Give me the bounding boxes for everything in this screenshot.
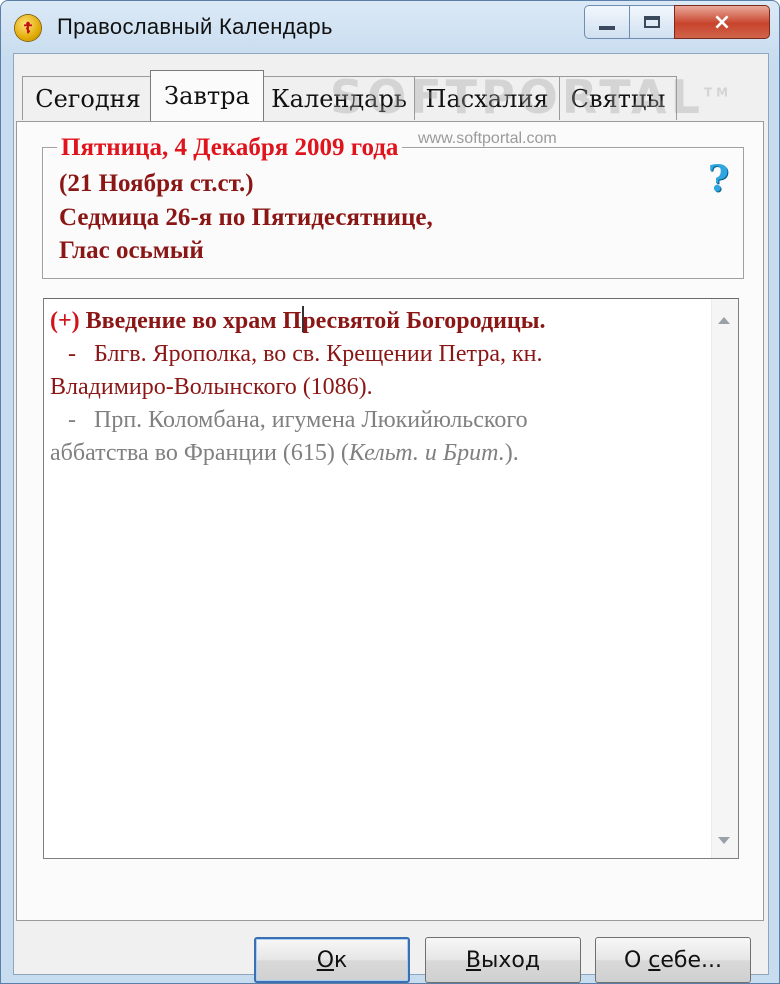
tab-saints[interactable]: Святцы <box>559 76 677 120</box>
saint-entry-1-line-1: - Блгв. Ярополка, во св. Крещении Петра,… <box>50 341 543 367</box>
tab-calendar[interactable]: Календарь <box>263 76 415 120</box>
about-button-accel: с <box>648 947 661 973</box>
scroll-up-icon[interactable] <box>718 317 730 324</box>
about-button-label-b: ебе... <box>660 947 723 973</box>
maximize-icon <box>644 16 660 28</box>
ok-button-accel: О <box>316 947 335 973</box>
saint-entry-2-line-1: - Прп. Коломбана, игумена Люкийюльского <box>50 407 528 433</box>
help-icon[interactable]: ? <box>708 158 729 200</box>
client-area: Сегодня Завтра Календарь Пасхалия Святцы… <box>13 53 769 983</box>
about-button[interactable]: О с ебе... <box>595 937 751 983</box>
feast-name-end: . <box>539 308 546 334</box>
date-heading: Пятница, 4 Декабря 2009 года <box>57 134 403 162</box>
tab-panel-tomorrow: Пятница, 4 Декабря 2009 года (21 Ноября … <box>16 121 764 921</box>
saints-list: (+) Введение во храм Пресвятой Богородиц… <box>50 305 710 470</box>
saint-entry-2-end: ). <box>504 440 519 466</box>
feast-name-part-a: Введение во храм П <box>85 308 302 334</box>
tab-tomorrow[interactable]: Завтра <box>150 70 264 121</box>
ok-button[interactable]: Ок <box>254 937 410 983</box>
scroll-down-icon[interactable] <box>718 837 730 844</box>
minimize-button[interactable] <box>584 5 630 39</box>
feast-rank-mark: (+) <box>50 308 80 334</box>
day-info-group: Пятница, 4 Декабря 2009 года (21 Ноября … <box>42 134 744 279</box>
feast-name-part-b: ресвятой Богородицы <box>302 308 540 334</box>
saint-entry-1-line-2: Владимиро-Волынского (1086). <box>50 374 373 400</box>
exit-button[interactable]: Выход <box>425 937 581 983</box>
saint-entry-2-text: аббатства во Франции (615) ( <box>50 440 349 466</box>
vertical-scrollbar[interactable] <box>711 299 738 858</box>
about-button-label-a: О <box>623 947 649 973</box>
saint-entry-2-line-2: аббатства во Франции (615) (Кельт. и Бри… <box>50 437 710 470</box>
saints-textbox[interactable]: (+) Введение во храм Пресвятой Богородиц… <box>43 298 739 859</box>
tab-today[interactable]: Сегодня <box>22 76 154 120</box>
tab-paschalia[interactable]: Пасхалия <box>414 76 560 120</box>
saint-entry-2-source: Кельт. и Брит. <box>348 440 505 466</box>
maximize-button[interactable] <box>629 5 675 39</box>
old-style-date: (21 Ноября ст.ст.) <box>59 170 254 197</box>
week-info: Седмица 26-я по Пятидесятнице, <box>59 204 433 231</box>
app-window: ☦ Православный Календарь × Сегодня Завтр… <box>0 0 780 984</box>
exit-button-label: ыход <box>481 947 541 973</box>
feast-entry: (+) Введение во храм Пресвятой Богородиц… <box>50 305 710 338</box>
tone-info: Глас осьмый <box>59 237 204 264</box>
close-icon: × <box>712 9 732 35</box>
title-bar[interactable]: ☦ Православный Календарь × <box>1 1 779 53</box>
close-button[interactable]: × <box>674 5 770 39</box>
exit-button-accel: В <box>465 947 482 973</box>
minimize-icon <box>599 26 615 30</box>
ok-button-label: к <box>334 947 348 973</box>
orthodox-cross-icon[interactable]: ☦ <box>15 15 41 41</box>
window-title: Православный Календарь <box>57 14 333 39</box>
